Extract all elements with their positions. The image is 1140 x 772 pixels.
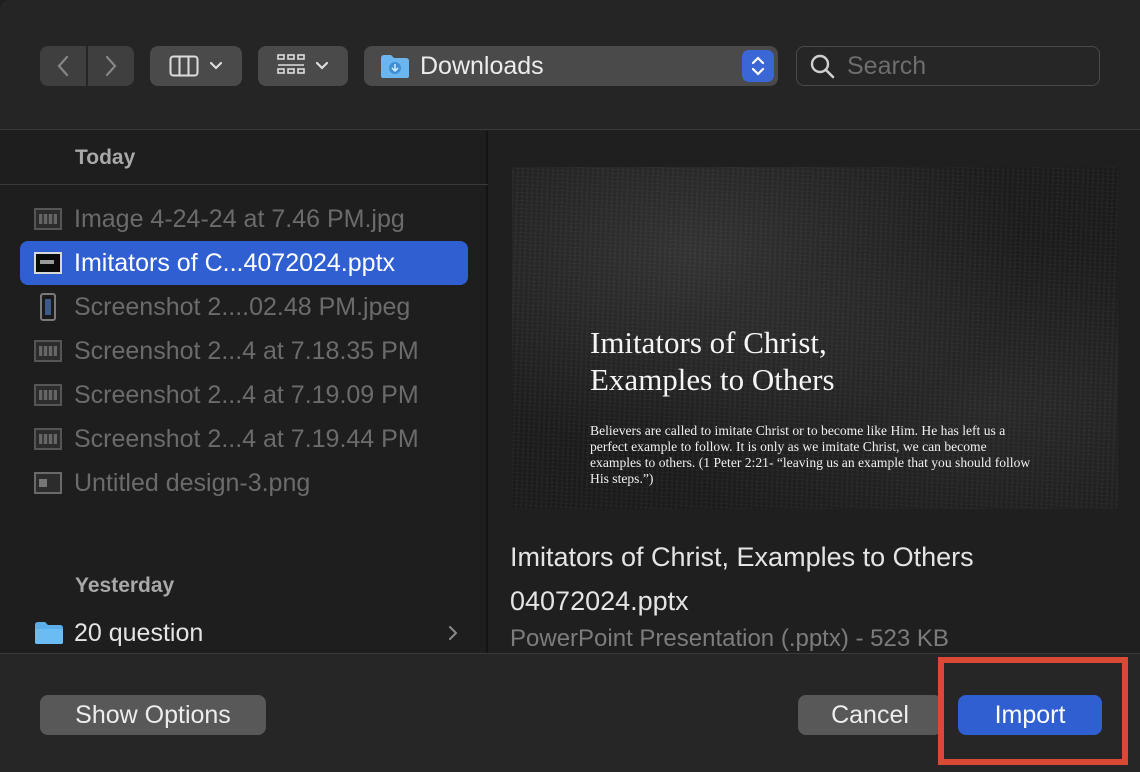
list-item-folder[interactable]: 20 question bbox=[20, 611, 468, 655]
file-name: Screenshot 2...4 at 7.18.35 PM bbox=[74, 336, 419, 365]
section-header-today: Today bbox=[75, 146, 136, 169]
file-name: Screenshot 2...4 at 7.19.44 PM bbox=[74, 424, 419, 453]
chevron-right-icon bbox=[105, 55, 117, 77]
list-item-selected[interactable]: Imitators of C...4072024.pptx bbox=[20, 241, 468, 285]
chevron-right-icon bbox=[449, 626, 458, 640]
screenshot-thumbnail-icon bbox=[34, 340, 62, 362]
back-button[interactable] bbox=[40, 46, 86, 86]
list-item[interactable]: Untitled design-3.png bbox=[20, 461, 468, 505]
file-import-dialog: Downloads Search Today Image 4-24-24 at … bbox=[0, 0, 1140, 772]
column-view-button[interactable] bbox=[150, 46, 242, 86]
group-view-button[interactable] bbox=[258, 46, 348, 86]
slide-thumbnail: Imitators of Christ, Examples to Others … bbox=[512, 167, 1118, 509]
section-header-yesterday: Yesterday bbox=[75, 574, 175, 597]
preview-file-name: Imitators of Christ, Examples to Others … bbox=[510, 542, 974, 616]
folder-icon bbox=[35, 622, 63, 644]
file-name: Screenshot 2...4 at 7.19.09 PM bbox=[74, 380, 419, 409]
image-thumbnail-icon bbox=[34, 208, 62, 230]
slide-body: Believers are called to imitate Christ o… bbox=[590, 423, 1031, 486]
list-item[interactable]: Screenshot 2...4 at 7.18.35 PM bbox=[20, 329, 468, 373]
phone-screenshot-icon bbox=[40, 293, 56, 321]
columns-icon bbox=[169, 55, 199, 77]
design-thumbnail-icon bbox=[34, 472, 62, 494]
show-options-button[interactable]: Show Options bbox=[40, 695, 266, 735]
grid-icon bbox=[277, 54, 305, 74]
file-name: Imitators of C...4072024.pptx bbox=[74, 248, 396, 277]
list-item[interactable]: Screenshot 2...4 at 7.19.44 PM bbox=[20, 417, 468, 461]
up-down-chevron-icon bbox=[751, 56, 765, 76]
file-name: Untitled design-3.png bbox=[74, 468, 311, 497]
chevron-down-icon bbox=[315, 61, 329, 70]
cancel-button[interactable]: Cancel bbox=[798, 695, 942, 735]
search-icon bbox=[810, 54, 835, 79]
pptx-thumbnail-icon bbox=[34, 252, 62, 274]
chevron-left-icon bbox=[57, 55, 69, 77]
screenshot-thumbnail-icon bbox=[34, 428, 62, 450]
location-popup[interactable]: Downloads bbox=[364, 46, 778, 86]
chevron-down-icon bbox=[209, 61, 223, 70]
list-item[interactable]: Image 4-24-24 at 7.46 PM.jpg bbox=[20, 197, 468, 241]
section-divider bbox=[0, 184, 488, 185]
file-name: Screenshot 2....02.48 PM.jpeg bbox=[74, 292, 411, 321]
screenshot-thumbnail-icon bbox=[34, 384, 62, 406]
slide-title: Imitators of Christ, Examples to Others bbox=[590, 325, 835, 397]
forward-button[interactable] bbox=[88, 46, 134, 86]
preview-pane: Imitators of Christ, Examples to Others … bbox=[490, 131, 1140, 653]
folder-name: 20 question bbox=[74, 618, 204, 647]
list-item[interactable]: Screenshot 2....02.48 PM.jpeg bbox=[20, 285, 468, 329]
highlight-box bbox=[938, 657, 1128, 765]
search-placeholder: Search bbox=[847, 51, 927, 80]
location-stepper[interactable] bbox=[742, 50, 774, 82]
search-field[interactable]: Search bbox=[796, 46, 1100, 86]
dialog-toolbar: Downloads Search bbox=[0, 0, 1140, 130]
downloads-folder-icon bbox=[381, 55, 409, 78]
list-item[interactable]: Screenshot 2...4 at 7.19.09 PM bbox=[20, 373, 468, 417]
location-label: Downloads bbox=[420, 51, 544, 80]
preview-file-meta: PowerPoint Presentation (.pptx) - 523 KB bbox=[510, 625, 949, 652]
file-name: Image 4-24-24 at 7.46 PM.jpg bbox=[74, 204, 405, 233]
